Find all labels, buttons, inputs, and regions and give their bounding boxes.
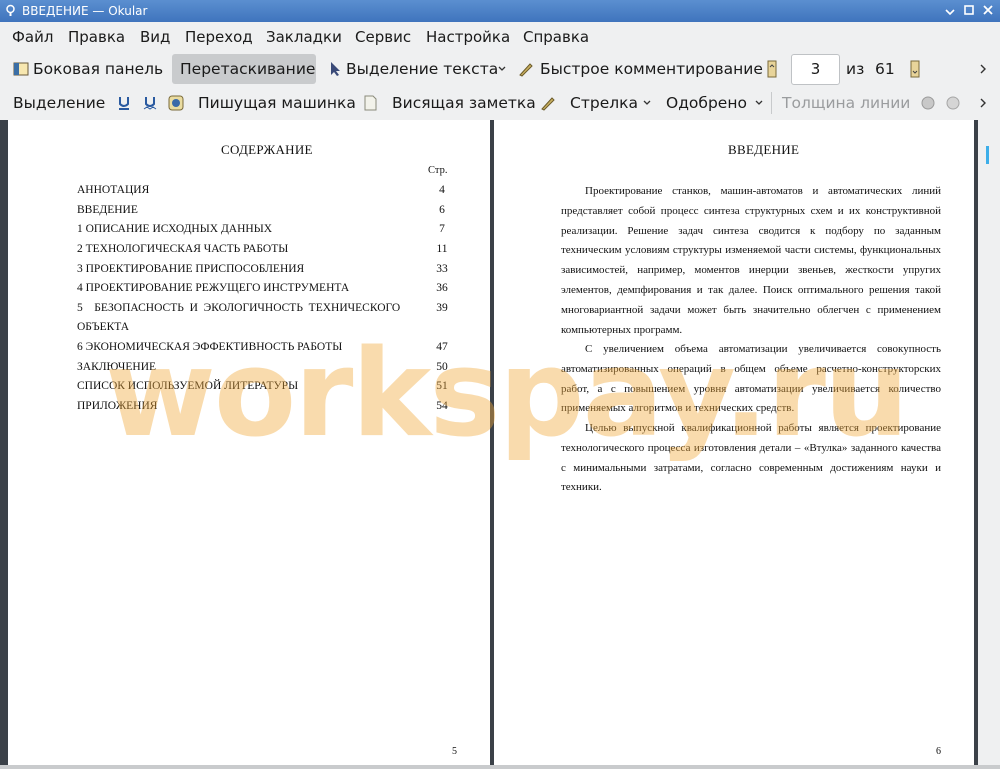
toc-title: СПИСОК ИСПОЛЬЗУЕМОЙ ЛИТЕРАТУРЫ	[77, 380, 299, 392]
intro-paragraph-2: С увеличением объема автоматизации увели…	[561, 343, 941, 415]
toc-title: АННОТАЦИЯ	[77, 184, 150, 196]
intro-paragraph-3: Целью выпускной квалификационной работы …	[561, 422, 941, 494]
page-total: 61	[875, 60, 895, 78]
toc-title: 6 ЭКОНОМИЧЕСКАЯ ЭФФЕКТИВНОСТЬ РАБОТЫ	[77, 341, 343, 353]
chevron-down-icon[interactable]	[497, 62, 507, 76]
arrow-annotate-icon	[541, 97, 555, 111]
minimize-icon[interactable]	[944, 4, 956, 16]
toc-title: 2 ТЕХНОЛОГИЧЕСКАЯ ЧАСТЬ РАБОТЫ	[77, 243, 289, 255]
cursor-arrow-icon	[331, 62, 340, 76]
toc-row[interactable]: ОБЪЕКТА	[77, 321, 452, 337]
underline-icon[interactable]	[116, 95, 132, 111]
toc-row[interactable]: 5 БЕЗОПАСНОСТЬ И ЭКОЛОГИЧНОСТЬ ТЕХНИЧЕСК…	[77, 302, 452, 318]
toc-page: 4	[439, 184, 445, 196]
toc-title: ЗАКЛЮЧЕНИЕ	[77, 361, 157, 373]
text-select-button[interactable]: Выделение текста	[346, 60, 498, 78]
page-5: СОДЕРЖАНИЕ Стр. АННОТАЦИЯ 4 ВВЕДЕНИЕ 6 1 О…	[8, 120, 490, 765]
status-strip	[0, 765, 1000, 769]
window-title: ВВЕДЕНИЕ — Okular	[22, 4, 148, 18]
color-icon[interactable]	[920, 95, 936, 111]
title-bar: ВВЕДЕНИЕ — Okular	[0, 0, 1000, 22]
annotation-toolbar: Выделение Пишущая машинка Висящая заметк…	[0, 86, 1000, 120]
toc-title: 1 ОПИСАНИЕ ИСХОДНЫХ ДАННЫХ	[77, 223, 273, 235]
menu-bar: Файл Правка Вид Переход Закладки Сервис …	[0, 22, 1000, 52]
document-viewer[interactable]: СОДЕРЖАНИЕ Стр. АННОТАЦИЯ 4 ВВЕДЕНИЕ 6 1 О…	[0, 120, 1000, 765]
menu-view[interactable]: Вид	[140, 28, 170, 46]
toc-page: 6	[439, 204, 445, 216]
menu-tools[interactable]: Сервис	[355, 28, 411, 46]
toc-row[interactable]: СПИСОК ИСПОЛЬЗУЕМОЙ ЛИТЕРАТУРЫ 51	[77, 380, 452, 396]
line-width-button[interactable]: Толщина линии	[782, 94, 910, 112]
toc-heading: СОДЕРЖАНИЕ	[221, 142, 313, 157]
main-toolbar: Боковая панель Перетаскивание Выделение …	[0, 52, 1000, 86]
chevron-down-icon[interactable]	[642, 96, 652, 110]
drag-mode-label: Перетаскивание	[180, 60, 316, 78]
toc-row[interactable]: ЗАКЛЮЧЕНИЕ 50	[77, 361, 452, 377]
sidebar-button[interactable]: Боковая панель	[33, 60, 163, 78]
toc-page: 54	[436, 400, 448, 412]
next-page-icon[interactable]	[910, 60, 920, 78]
menu-file[interactable]: Файл	[12, 28, 53, 46]
toc-page: 50	[436, 361, 448, 373]
toc-page: 7	[439, 223, 445, 235]
menu-settings[interactable]: Настройка	[426, 28, 510, 46]
intro-paragraph-1: Проектирование станков, машин-автоматов …	[561, 185, 941, 336]
menu-bookmarks[interactable]: Закладки	[266, 28, 342, 46]
toc-page-column-header: Стр.	[428, 165, 448, 176]
toc-row[interactable]: 1 ОПИСАНИЕ ИСХОДНЫХ ДАННЫХ 7	[77, 223, 452, 239]
toc-row[interactable]: 2 ТЕХНОЛОГИЧЕСКАЯ ЧАСТЬ РАБОТЫ 11	[77, 243, 452, 259]
typewriter-button[interactable]: Пишущая машинка	[198, 94, 356, 112]
page-of-label: из	[846, 60, 865, 78]
quick-annotate-icon	[519, 63, 533, 77]
toc-row[interactable]: 3 ПРОЕКТИРОВАНИЕ ПРИСПОСОБЛЕНИЯ 33	[77, 263, 452, 279]
menu-go[interactable]: Переход	[185, 28, 253, 46]
toc-page: 39	[436, 302, 448, 314]
squiggly-underline-icon[interactable]	[142, 95, 158, 111]
note-icon	[364, 95, 377, 111]
menu-help[interactable]: Справка	[523, 28, 589, 46]
toolbar-overflow-icon[interactable]	[978, 62, 988, 76]
previous-page-icon[interactable]	[767, 60, 777, 78]
toc-title: 5 БЕЗОПАСНОСТЬ И ЭКОЛОГИЧНОСТЬ ТЕХНИЧЕСК…	[77, 302, 401, 314]
toolbar-overflow-icon[interactable]	[978, 96, 988, 110]
page-number: 6	[936, 746, 941, 757]
vertical-scrollbar[interactable]	[978, 120, 1000, 765]
toc-page: 33	[436, 263, 448, 275]
sidebar-icon	[13, 62, 29, 76]
toolbar-separator	[771, 92, 772, 114]
toc-title: 3 ПРОЕКТИРОВАНИЕ ПРИСПОСОБЛЕНИЯ	[77, 263, 305, 275]
toc-title: 4 ПРОЕКТИРОВАНИЕ РЕЖУЩЕГО ИНСТРУМЕНТА	[77, 282, 350, 294]
quick-comment-button[interactable]: Быстрое комментирование	[540, 60, 763, 78]
toc-title: ВВЕДЕНИЕ	[77, 204, 138, 216]
approved-stamp-button[interactable]: Одобрено	[666, 94, 747, 112]
selection-button[interactable]: Выделение	[13, 94, 105, 112]
toc-row[interactable]: ПРИЛОЖЕНИЯ 54	[77, 400, 452, 416]
page-6: ВВЕДЕНИЕ Проектирование станков, машин-а…	[494, 120, 974, 765]
toc-page: 11	[436, 243, 448, 255]
toc-page: 51	[436, 380, 448, 392]
chevron-down-icon[interactable]	[754, 96, 764, 110]
hanging-note-button[interactable]: Висящая заметка	[392, 94, 536, 112]
page-number: 5	[452, 746, 457, 757]
toc-row[interactable]: 6 ЭКОНОМИЧЕСКАЯ ЭФФЕКТИВНОСТЬ РАБОТЫ 47	[77, 341, 452, 357]
toc-row[interactable]: ВВЕДЕНИЕ 6	[77, 204, 452, 220]
toc-title: ОБЪЕКТА	[77, 321, 130, 333]
intro-heading: ВВЕДЕНИЕ	[728, 142, 800, 157]
menu-edit[interactable]: Правка	[68, 28, 125, 46]
okular-app-icon	[6, 4, 15, 16]
toc-page: 47	[436, 341, 448, 353]
stamp-icon[interactable]	[168, 95, 184, 111]
arrow-button[interactable]: Стрелка	[570, 94, 638, 112]
close-icon[interactable]	[982, 4, 994, 16]
toc-row[interactable]: 4 ПРОЕКТИРОВАНИЕ РЕЖУЩЕГО ИНСТРУМЕНТА 36	[77, 282, 452, 298]
opacity-icon[interactable]	[945, 95, 961, 111]
toc-row[interactable]: АННОТАЦИЯ 4	[77, 184, 452, 200]
scrollbar-handle[interactable]	[986, 146, 989, 164]
toc-page: 36	[436, 282, 448, 294]
maximize-icon[interactable]	[963, 4, 975, 16]
toc-title: ПРИЛОЖЕНИЯ	[77, 400, 158, 412]
page-number-input[interactable]: 3	[791, 54, 840, 85]
